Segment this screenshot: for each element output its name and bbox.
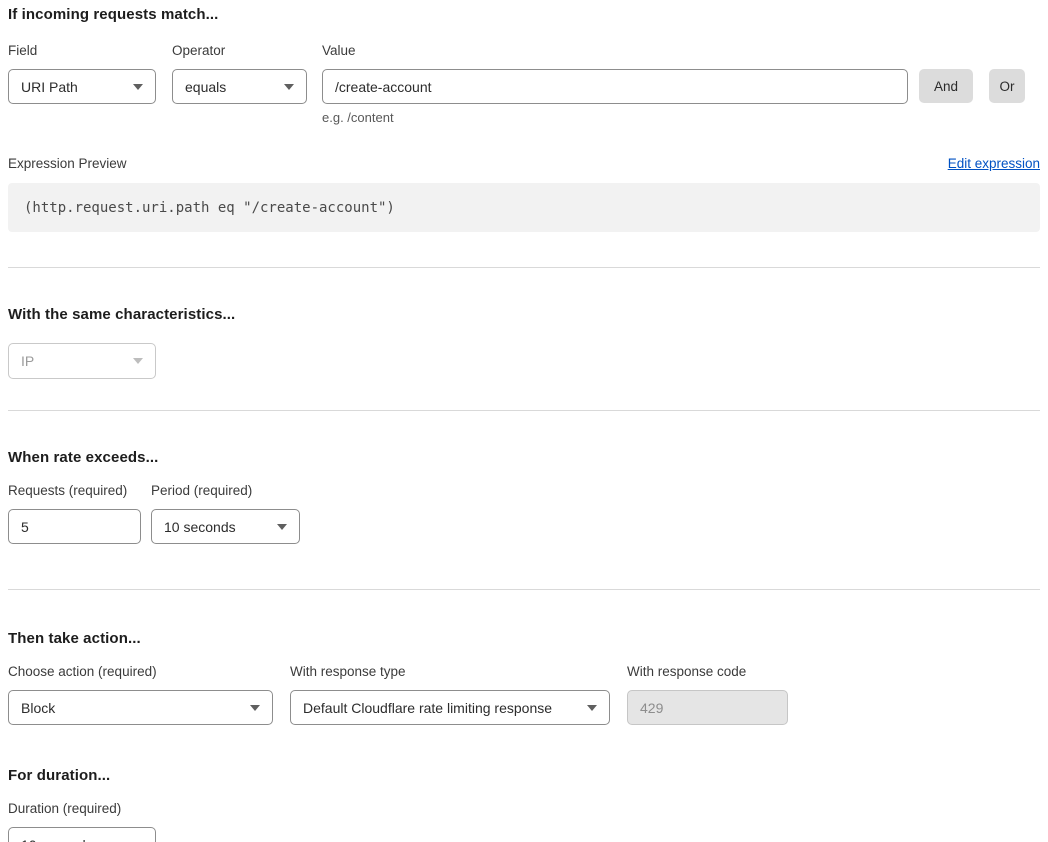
action-dropdown-value: Block <box>21 700 55 716</box>
rate-row: Requests (required) Period (required) 10… <box>8 483 1040 544</box>
action-row: Choose action (required) Block With resp… <box>8 664 1040 725</box>
duration-dropdown[interactable]: 10 seconds <box>8 827 156 842</box>
edit-expression-link[interactable]: Edit expression <box>948 156 1040 171</box>
requests-input[interactable] <box>8 509 141 544</box>
rate-limiting-rule-form: If incoming requests match... Field URI … <box>0 0 1048 842</box>
action-section-heading: Then take action... <box>8 630 1040 647</box>
value-input[interactable] <box>322 69 908 104</box>
match-builder-row: Field URI Path Operator equals Value e.g… <box>8 43 1040 125</box>
chevron-down-icon <box>250 705 260 711</box>
choose-action-label: Choose action (required) <box>8 664 273 680</box>
section-divider <box>8 410 1040 411</box>
response-code-input <box>627 690 788 725</box>
field-dropdown[interactable]: URI Path <box>8 69 156 104</box>
operator-dropdown-value: equals <box>185 79 226 95</box>
field-label: Field <box>8 43 156 59</box>
chevron-down-icon <box>277 524 287 530</box>
duration-row: Duration (required) 10 seconds <box>8 801 1040 842</box>
response-type-dropdown[interactable]: Default Cloudflare rate limiting respons… <box>290 690 610 725</box>
response-type-label: With response type <box>290 664 610 680</box>
duration-label: Duration (required) <box>8 801 156 817</box>
match-section-heading: If incoming requests match... <box>8 6 1040 23</box>
chevron-down-icon <box>133 84 143 90</box>
and-button-col: And <box>908 43 973 103</box>
chevron-down-icon <box>587 705 597 711</box>
period-dropdown-value: 10 seconds <box>164 519 236 535</box>
and-button[interactable]: And <box>919 69 973 103</box>
field-dropdown-value: URI Path <box>21 79 78 95</box>
chevron-down-icon <box>133 358 143 364</box>
value-hint: e.g. /content <box>322 110 908 125</box>
period-dropdown[interactable]: 10 seconds <box>151 509 300 544</box>
characteristic-dropdown-value: IP <box>21 353 34 369</box>
expression-preview-code: (http.request.uri.path eq "/create-accou… <box>8 183 1040 232</box>
duration-dropdown-value: 10 seconds <box>21 837 93 842</box>
value-label: Value <box>322 43 908 59</box>
section-divider <box>8 267 1040 268</box>
section-divider <box>8 589 1040 590</box>
expression-preview-label: Expression Preview <box>8 156 127 171</box>
characteristic-dropdown[interactable]: IP <box>8 343 156 379</box>
or-button-col: Or <box>973 43 1025 103</box>
rate-section-heading: When rate exceeds... <box>8 449 1040 466</box>
duration-section-heading: For duration... <box>8 767 1040 784</box>
response-code-label: With response code <box>627 664 788 680</box>
action-dropdown[interactable]: Block <box>8 690 273 725</box>
period-label: Period (required) <box>151 483 300 499</box>
characteristics-section-heading: With the same characteristics... <box>8 306 1040 323</box>
expression-preview-header: Expression Preview Edit expression <box>8 156 1040 171</box>
chevron-down-icon <box>284 84 294 90</box>
or-button[interactable]: Or <box>989 69 1025 103</box>
operator-dropdown[interactable]: equals <box>172 69 307 104</box>
expression-code-text: (http.request.uri.path eq "/create-accou… <box>24 200 395 216</box>
operator-label: Operator <box>172 43 307 59</box>
response-type-dropdown-value: Default Cloudflare rate limiting respons… <box>303 700 552 716</box>
requests-label: Requests (required) <box>8 483 141 499</box>
